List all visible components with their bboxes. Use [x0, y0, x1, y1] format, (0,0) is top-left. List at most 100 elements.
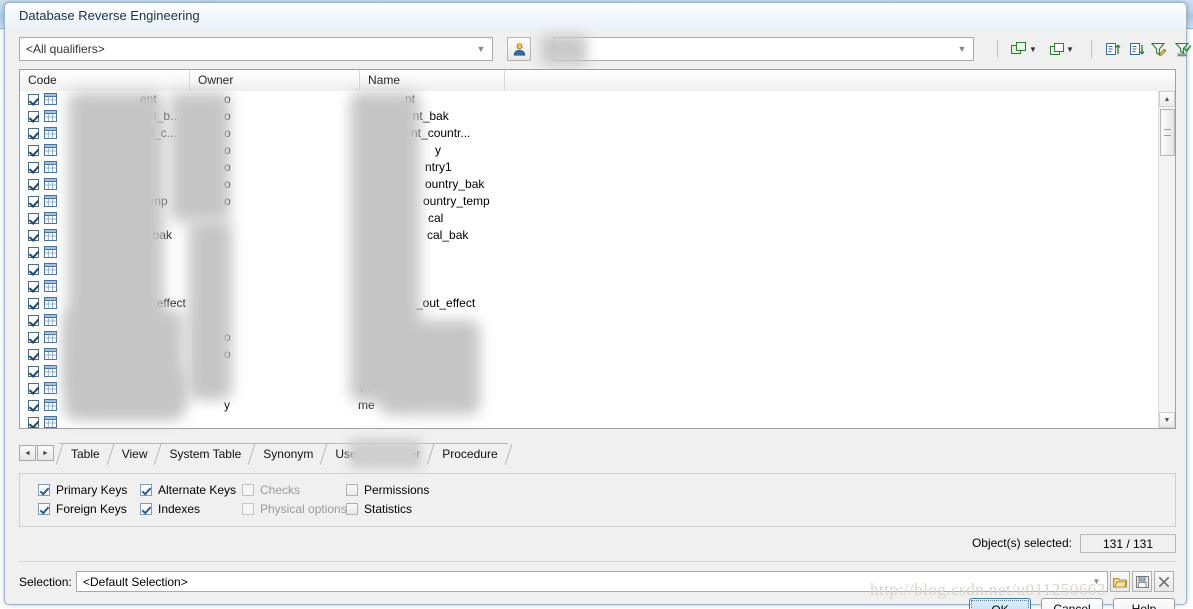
- checkbox[interactable]: [38, 484, 50, 496]
- table-row[interactable]: op2: [20, 261, 1158, 278]
- row-checkbox[interactable]: [28, 128, 39, 139]
- table-row[interactable]: c2c_out_effect _out_effect: [20, 295, 1158, 312]
- table-row[interactable]: nt_c... o _c nt_countr...: [20, 125, 1158, 142]
- tab-list[interactable]: TableViewSystem TableSynonymUserTriggerP…: [59, 443, 508, 465]
- chevron-down-icon[interactable]: ▼: [1066, 45, 1074, 54]
- selection-combobox[interactable]: <Default Selection> ▼: [76, 571, 1108, 592]
- table-icon: [44, 212, 57, 224]
- row-checkbox[interactable]: [28, 94, 39, 105]
- checkbox[interactable]: [346, 503, 358, 515]
- row-name: unt: [404, 347, 421, 361]
- row-checkbox[interactable]: [28, 111, 39, 122]
- sort-descending-button[interactable]: [1125, 37, 1149, 61]
- ok-button[interactable]: OK: [969, 598, 1031, 609]
- chevron-down-icon[interactable]: ▼: [1088, 573, 1105, 590]
- row-checkbox[interactable]: [28, 332, 39, 343]
- delete-selection-button[interactable]: [1154, 571, 1174, 592]
- scrollbar-thumb[interactable]: [1160, 109, 1175, 156]
- table-icon: [44, 399, 57, 411]
- table-row[interactable]: [20, 312, 1158, 329]
- checkbox[interactable]: [140, 503, 152, 515]
- table-icon: [44, 246, 57, 258]
- row-checkbox[interactable]: [28, 383, 39, 394]
- row-checkbox[interactable]: [28, 213, 39, 224]
- sort-ascending-button[interactable]: [1101, 37, 1125, 61]
- table-row[interactable]: n.: [20, 380, 1158, 397]
- table-row[interactable]: o unt: [20, 346, 1158, 363]
- table-row[interactable]: ur o ntry1: [20, 159, 1158, 176]
- table-row[interactable]: _coun mp o ountry_temp: [20, 193, 1158, 210]
- column-header-code[interactable]: Code: [20, 70, 190, 91]
- column-header-owner[interactable]: Owner: [190, 70, 360, 91]
- tab-system-table[interactable]: System Table: [157, 443, 252, 464]
- cancel-button[interactable]: Cancel: [1041, 598, 1103, 609]
- table-icon: [44, 110, 57, 122]
- tab-procedure[interactable]: Procedure: [430, 443, 508, 464]
- table-row[interactable]: n.: [20, 363, 1158, 380]
- edit-filter-button[interactable]: [1147, 37, 1171, 61]
- table-row[interactable]: _local cal: [20, 210, 1158, 227]
- row-checkbox[interactable]: [28, 349, 39, 360]
- chevron-down-icon[interactable]: ▼: [472, 40, 490, 58]
- checkbox[interactable]: [346, 484, 358, 496]
- object-list[interactable]: Code Owner Name ent o nt ent_b... o a_c nt_ba…: [19, 69, 1176, 429]
- row-checkbox[interactable]: [28, 247, 39, 258]
- qualifier-combobox[interactable]: <All qualifiers> ▼: [19, 37, 493, 61]
- open-selection-button[interactable]: [1110, 571, 1130, 592]
- chevron-down-icon[interactable]: ▼: [1029, 45, 1037, 54]
- chevron-down-icon[interactable]: ▼: [953, 40, 971, 58]
- table-row[interactable]: ent o nt: [20, 91, 1158, 108]
- tab-scroll-left-button[interactable]: ◄: [19, 445, 36, 461]
- checkbox[interactable]: [140, 484, 152, 496]
- table-row[interactable]: oy: [20, 142, 1158, 159]
- row-checkbox[interactable]: [28, 162, 39, 173]
- table-row[interactable]: ent_b... o a_c nt_bak: [20, 108, 1158, 125]
- owner-combobox[interactable]: ▼: [554, 37, 974, 61]
- row-checkbox[interactable]: [28, 179, 39, 190]
- tab-view[interactable]: View: [109, 443, 158, 464]
- list-body[interactable]: ent o nt ent_b... o a_c nt_bak nt_c... o _c nt_c…: [20, 91, 1158, 428]
- list-header: Code Owner Name: [20, 70, 1175, 92]
- save-selection-button[interactable]: [1132, 571, 1152, 592]
- tab-synonym[interactable]: Synonym: [251, 443, 324, 464]
- apply-filter-button[interactable]: [1171, 37, 1193, 61]
- column-header-name[interactable]: Name: [360, 70, 505, 91]
- tab-scroll-right-button[interactable]: ►: [37, 445, 54, 461]
- table-icon: [44, 127, 57, 139]
- tab-table[interactable]: Table: [59, 443, 110, 464]
- table-row[interactable]: [20, 414, 1158, 428]
- user-button[interactable]: [507, 37, 531, 61]
- deselect-all-button[interactable]: ▼: [1045, 37, 1079, 61]
- table-row[interactable]: o: [20, 329, 1158, 346]
- row-checkbox[interactable]: [28, 264, 39, 275]
- row-checkbox[interactable]: [28, 298, 39, 309]
- scroll-down-button[interactable]: ▼: [1159, 412, 1175, 428]
- table-row[interactable]: coun o ountry_bak: [20, 176, 1158, 193]
- filter-edit-icon: [1151, 42, 1167, 56]
- row-code: ur: [124, 160, 135, 174]
- select-all-button[interactable]: ▼: [1007, 37, 1041, 61]
- row-checkbox[interactable]: [28, 281, 39, 292]
- scroll-up-button[interactable]: ▲: [1159, 91, 1175, 107]
- row-name: n.: [360, 381, 371, 395]
- row-code: nt_c...: [144, 126, 177, 140]
- row-checkbox[interactable]: [28, 366, 39, 377]
- row-checkbox[interactable]: [28, 196, 39, 207]
- table-icon: [44, 399, 57, 411]
- table-row[interactable]: m: [20, 244, 1158, 261]
- checkbox[interactable]: [38, 503, 50, 515]
- row-checkbox[interactable]: [28, 315, 39, 326]
- table-row[interactable]: ent: [20, 278, 1158, 295]
- vertical-scrollbar[interactable]: ▲ ▼: [1158, 91, 1175, 428]
- table-row[interactable]: a_local_bak cal_bak: [20, 227, 1158, 244]
- row-checkbox[interactable]: [28, 145, 39, 156]
- table-icon: [44, 161, 57, 173]
- toolbar: <All qualifiers> ▼ ▼ ▼ ▼: [19, 35, 1191, 65]
- column-header-extra[interactable]: [505, 70, 1175, 91]
- table-icon: [44, 331, 57, 343]
- table-row[interactable]: m. y me: [20, 397, 1158, 414]
- help-button[interactable]: Help: [1113, 598, 1175, 609]
- row-checkbox[interactable]: [28, 417, 39, 428]
- row-checkbox[interactable]: [28, 230, 39, 241]
- row-checkbox[interactable]: [28, 400, 39, 411]
